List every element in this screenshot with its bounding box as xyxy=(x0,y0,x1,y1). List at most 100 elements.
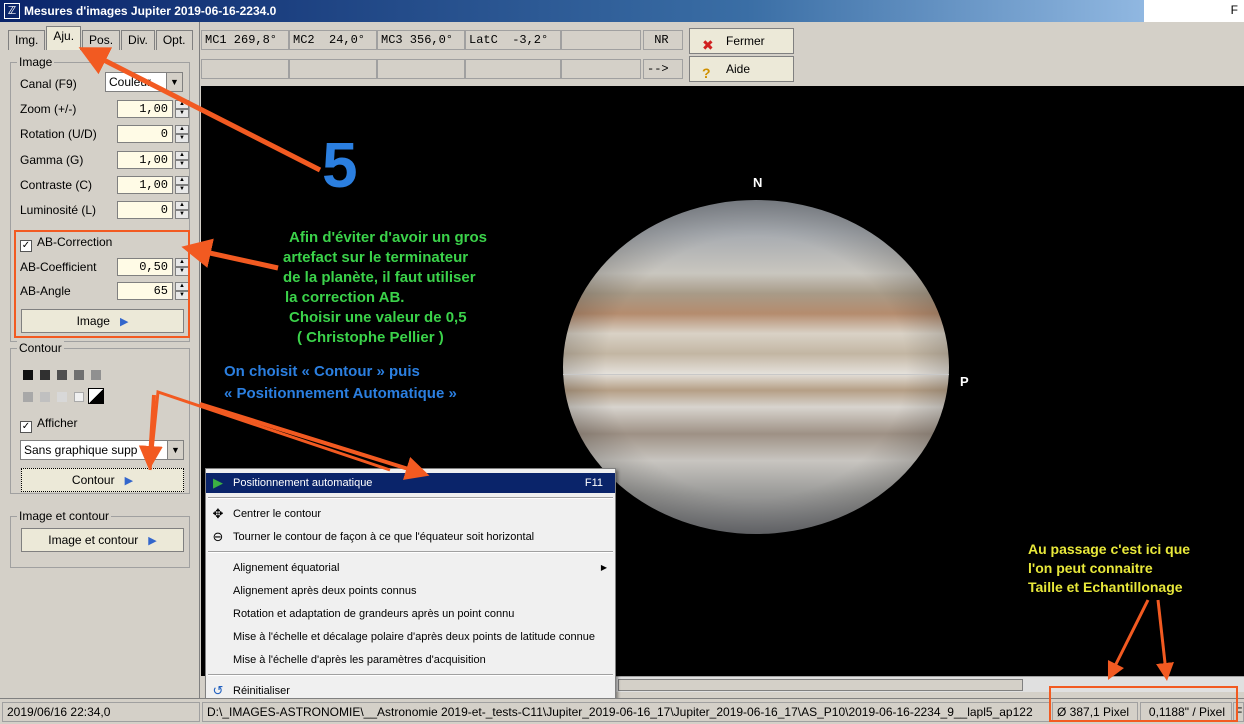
menu-item-label: Alignement après deux points connus xyxy=(233,585,417,597)
menu-item-label: Réinitialiser xyxy=(233,685,290,697)
blank-cell xyxy=(561,30,641,50)
zoom-spinner[interactable]: 1,00 ▲ ▼ xyxy=(117,100,189,118)
gamma-label: Gamma (G) xyxy=(20,153,84,167)
reset-icon: ↺ xyxy=(212,683,224,698)
rotation-input[interactable]: 0 xyxy=(117,125,173,143)
status-highlight xyxy=(1049,686,1238,722)
gamma-spinner[interactable]: 1,00 ▲ ▼ xyxy=(117,151,189,169)
mc1-cell: MC1 269,8° xyxy=(201,30,289,50)
contraste-input[interactable]: 1,00 xyxy=(117,176,173,194)
gamma-input[interactable]: 1,00 xyxy=(117,151,173,169)
annotation-line: ( Christophe Pellier ) xyxy=(297,329,444,346)
annotation-line: l'on peut connaitre xyxy=(1028,560,1153,576)
spin-down-icon[interactable]: ▼ xyxy=(175,185,189,194)
annotation-line: Taille et Echantillonage xyxy=(1028,579,1183,595)
graphic-select[interactable]: Sans graphique supp ▼ xyxy=(20,440,184,460)
annotation-line: artefact sur le terminateur xyxy=(283,249,469,266)
luminosite-label: Luminosité (L) xyxy=(20,203,97,217)
contraste-spinner[interactable]: 1,00 ▲ ▼ xyxy=(117,176,189,194)
spin-up-icon[interactable]: ▲ xyxy=(175,125,189,134)
spin-down-icon[interactable]: ▼ xyxy=(175,210,189,219)
color-swatch[interactable] xyxy=(23,392,33,402)
scrollbar-thumb[interactable] xyxy=(618,679,1023,691)
play-icon: ▶ xyxy=(148,535,157,547)
color-swatch[interactable] xyxy=(91,370,101,380)
image-contour-button[interactable]: Image et contour ▶ xyxy=(21,528,184,552)
color-swatch[interactable] xyxy=(40,370,50,380)
spin-down-icon[interactable]: ▼ xyxy=(175,134,189,143)
menu-item-rotation-adaptation[interactable]: Rotation et adaptation de grandeurs aprè… xyxy=(206,604,615,624)
tab-img[interactable]: Img. xyxy=(8,30,46,50)
tab-opt[interactable]: Opt. xyxy=(155,30,193,50)
menu-item-label: Rotation et adaptation de grandeurs aprè… xyxy=(233,608,515,620)
luminosite-spinner[interactable]: 0 ▲ ▼ xyxy=(117,201,189,219)
annotation-line: On choisit « Contour » puis xyxy=(224,363,420,380)
step-number: 5 xyxy=(322,129,358,201)
zoom-input[interactable]: 1,00 xyxy=(117,100,173,118)
menu-item-label: Mise à l'échelle et décalage polaire d'a… xyxy=(233,631,595,643)
titlebar-right-mark: F xyxy=(1230,3,1238,17)
menu-item-alignement-equatorial[interactable]: Alignement équatorial ▶ xyxy=(206,558,615,578)
play-icon: ▶ xyxy=(124,475,134,487)
left-panel: Img. Aju. Pos. Div. Opt. Image Canal (F9… xyxy=(0,22,200,698)
info-cell xyxy=(289,59,377,79)
fermer-label: Fermer xyxy=(726,34,765,48)
menu-shortcut: F11 xyxy=(584,477,603,489)
custom-color-icon[interactable] xyxy=(88,388,104,404)
image-contour-button-label: Image et contour xyxy=(48,533,139,547)
close-icon: ✖ xyxy=(702,37,714,53)
afficher-checkbox[interactable]: ✓ Afficher xyxy=(20,416,77,433)
color-swatch[interactable] xyxy=(23,370,33,380)
fermer-button[interactable]: ✖ Fermer xyxy=(689,28,794,54)
status-date: 2019/06/16 22:34,0 xyxy=(2,702,200,722)
menu-separator xyxy=(208,497,613,499)
menu-item-positionnement-automatique[interactable]: ▶ Positionnement automatique F11 xyxy=(206,473,615,493)
color-swatch[interactable] xyxy=(57,392,67,402)
spin-up-icon[interactable]: ▲ xyxy=(175,151,189,160)
color-swatch[interactable] xyxy=(57,370,67,380)
menu-separator xyxy=(208,674,613,676)
menu-item-echelle-polaire[interactable]: Mise à l'échelle et décalage polaire d'a… xyxy=(206,627,615,647)
menu-item-label: Centrer le contour xyxy=(233,508,322,520)
canal-value: Couleur xyxy=(109,75,152,89)
move-icon: ✥ xyxy=(212,506,224,521)
menu-item-label: Tourner le contour de façon à ce que l'é… xyxy=(233,531,535,543)
spin-down-icon[interactable]: ▼ xyxy=(175,160,189,169)
status-path: D:\_IMAGES-ASTRONOMIE\__Astronomie 2019-… xyxy=(202,702,1050,722)
jupiter-image xyxy=(563,200,949,534)
tab-div[interactable]: Div. xyxy=(121,30,155,50)
annotation-green: Afin d'éviter d'avoir un gros artefact s… xyxy=(283,228,487,348)
menu-item-alignement-deux-points[interactable]: Alignement après deux points connus xyxy=(206,581,615,601)
mc3-cell: MC3 356,0° xyxy=(377,30,465,50)
horizon-circle-icon: ⊖ xyxy=(212,529,224,544)
aide-button[interactable]: ? Aide xyxy=(689,56,794,82)
help-icon: ? xyxy=(702,65,711,81)
tab-pos[interactable]: Pos. xyxy=(82,30,121,50)
tab-aju[interactable]: Aju. xyxy=(46,26,82,50)
canal-label: Canal (F9) xyxy=(20,77,77,91)
spin-up-icon[interactable]: ▲ xyxy=(175,100,189,109)
window-titlebar: ℤ Mesures d'images Jupiter 2019-06-16-22… xyxy=(0,0,1244,22)
annotation-line: « Positionnement Automatique » xyxy=(224,385,457,402)
menu-item-echelle-acquisition[interactable]: Mise à l'échelle d'après les paramètres … xyxy=(206,650,615,670)
spin-up-icon[interactable]: ▲ xyxy=(175,176,189,185)
color-swatch[interactable] xyxy=(74,370,84,380)
menu-item-tourner[interactable]: ⊖ Tourner le contour de façon à ce que l… xyxy=(206,527,615,547)
nr-cell[interactable]: NR xyxy=(643,30,683,50)
color-swatch[interactable] xyxy=(74,392,84,402)
annotation-yellow: Au passage c'est ici que l'on peut conna… xyxy=(1028,540,1190,597)
canal-select[interactable]: Couleur ▼ xyxy=(105,72,183,92)
luminosite-input[interactable]: 0 xyxy=(117,201,173,219)
arrow-cell[interactable]: --> xyxy=(643,59,683,79)
spin-down-icon[interactable]: ▼ xyxy=(175,109,189,118)
chevron-down-icon: ▼ xyxy=(166,73,182,91)
rotation-spinner[interactable]: 0 ▲ ▼ xyxy=(117,125,189,143)
menu-item-centrer[interactable]: ✥ Centrer le contour xyxy=(206,504,615,524)
image-group-label: Image xyxy=(17,55,55,69)
color-swatch[interactable] xyxy=(40,392,50,402)
annotation-line: Choisir une valeur de 0,5 xyxy=(289,309,467,326)
latc-cell: LatC -3,2° xyxy=(465,30,561,50)
contour-button[interactable]: Contour ▶ xyxy=(21,468,184,492)
spin-up-icon[interactable]: ▲ xyxy=(175,201,189,210)
annotation-line: Afin d'éviter d'avoir un gros xyxy=(289,229,487,246)
